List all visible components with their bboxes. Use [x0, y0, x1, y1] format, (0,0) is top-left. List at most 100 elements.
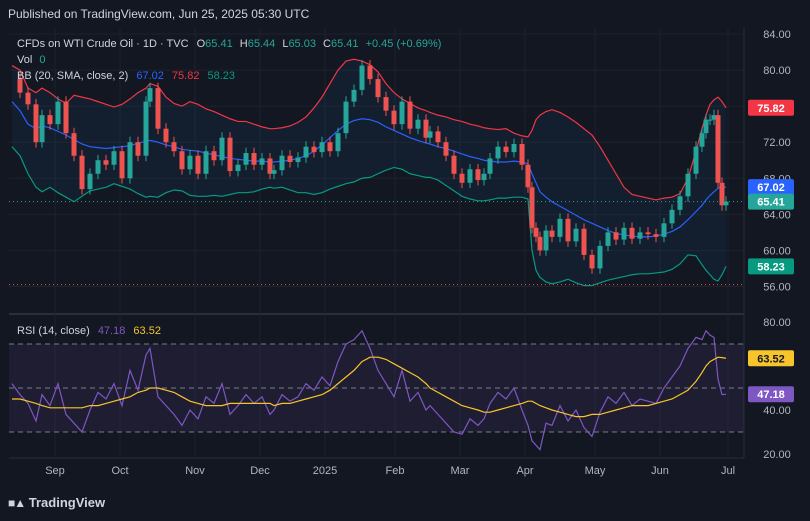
- time-tick-label: Mar: [451, 465, 470, 477]
- candle-body: [519, 144, 525, 165]
- candle-body: [715, 115, 721, 183]
- candle-body: [171, 142, 177, 152]
- rsi-tick-label: 20.00: [763, 449, 791, 461]
- candle-body: [367, 65, 373, 80]
- candle-body: [187, 155, 193, 170]
- candle-body: [343, 101, 349, 134]
- candle-body: [259, 158, 265, 165]
- rsi-ma-axis-label: 63.52: [757, 353, 785, 365]
- candle-body: [25, 92, 31, 105]
- candle-body: [407, 101, 413, 129]
- candle-body: [525, 164, 531, 188]
- candle-body: [537, 236, 543, 251]
- candle-body: [127, 142, 133, 179]
- candle-body: [613, 232, 619, 240]
- time-tick-label: Oct: [111, 465, 128, 477]
- candle-body: [311, 146, 317, 153]
- candle-body: [565, 218, 571, 242]
- rsi-indicator: [9, 329, 744, 451]
- candle-body: [211, 151, 217, 161]
- close-value: 65.41: [331, 38, 359, 50]
- chart-svg[interactable]: 84.0080.0076.0072.0068.0064.0060.0056.00…: [0, 0, 810, 488]
- tradingview-logo[interactable]: ■▲ TradingView: [8, 495, 105, 510]
- candle-body: [87, 173, 93, 190]
- candle-body: [481, 173, 487, 181]
- high-value: 65.44: [248, 38, 276, 50]
- legend-bb[interactable]: BB (20, SMA, close, 2) 67.02 75.82 58.23: [17, 70, 235, 82]
- candle-body: [47, 115, 53, 125]
- candle-body: [451, 155, 457, 174]
- rsi-tick-label: 80.00: [763, 317, 791, 329]
- candle-body: [475, 169, 481, 181]
- candle-body: [359, 65, 365, 90]
- close-price-label: 65.41: [757, 197, 785, 209]
- low-value: 65.03: [288, 38, 316, 50]
- candle-body: [71, 133, 77, 156]
- candle-body: [279, 155, 285, 171]
- rsi-label[interactable]: RSI (14, close): [17, 325, 90, 337]
- bb-upper-value: 75.82: [172, 70, 200, 82]
- candle-body: [163, 128, 169, 143]
- volume-label[interactable]: Vol: [17, 54, 32, 66]
- time-tick-label: Dec: [250, 465, 270, 477]
- volume-value: 0: [39, 54, 45, 66]
- lower-band-price-label: 58.23: [757, 261, 785, 273]
- time-tick-label: Sep: [45, 465, 65, 477]
- candle-body: [573, 228, 579, 242]
- legend-volume[interactable]: Vol 0: [17, 54, 45, 66]
- candle-body: [693, 146, 699, 174]
- price-tick-label: 56.00: [763, 281, 791, 293]
- time-tick-label: Nov: [185, 465, 205, 477]
- candle-body: [677, 196, 683, 210]
- candle-body: [351, 89, 357, 102]
- candle-body: [443, 142, 449, 156]
- candle-body: [271, 170, 277, 174]
- candle-body: [597, 245, 603, 269]
- footer: ■▲ TradingView: [0, 488, 810, 521]
- time-tick-label: May: [585, 465, 606, 477]
- symbol-name[interactable]: CFDs on WTI Crude Oil · 1D · TVC: [17, 38, 189, 50]
- legend-symbol[interactable]: CFDs on WTI Crude Oil · 1D · TVC O65.41 …: [17, 38, 441, 50]
- basis-price-label: 67.02: [757, 182, 785, 194]
- rsi-tick-label: 40.00: [763, 405, 791, 417]
- candle-body: [581, 228, 587, 255]
- candle-body: [487, 158, 493, 174]
- candle-body: [459, 173, 465, 183]
- close-label: C: [323, 38, 331, 50]
- candle-body: [179, 151, 185, 170]
- change-value: +0.45 (+0.69%): [366, 38, 442, 50]
- candle-body: [435, 131, 441, 143]
- candle-body: [467, 169, 473, 183]
- legend-rsi[interactable]: RSI (14, close) 47.18 63.52: [17, 325, 161, 337]
- candle-body: [63, 101, 69, 134]
- candle-body: [195, 155, 201, 174]
- candle-body: [533, 227, 539, 237]
- time-tick-label: 2025: [313, 465, 337, 477]
- candle-body: [219, 137, 225, 161]
- candle-body: [637, 232, 643, 239]
- price-tick-label: 72.00: [763, 137, 791, 149]
- bb-label[interactable]: BB (20, SMA, close, 2): [17, 70, 128, 82]
- candle-body: [95, 160, 101, 174]
- candle-body: [645, 232, 651, 235]
- candle-body: [511, 144, 517, 153]
- candle-body: [375, 79, 381, 98]
- candle-body: [235, 164, 241, 172]
- candle-body: [723, 201, 729, 206]
- candle-body: [251, 153, 257, 165]
- candle-body: [335, 133, 341, 152]
- candle-body: [495, 146, 501, 159]
- candle-body: [143, 101, 149, 156]
- candle-body: [543, 230, 549, 251]
- candle-body: [589, 254, 595, 269]
- candle-body: [391, 110, 397, 125]
- candle-body: [399, 101, 405, 125]
- tv-logo-icon: ■▲: [8, 496, 26, 510]
- candle-body: [685, 173, 691, 197]
- high-label: H: [240, 38, 248, 50]
- brand-name: TradingView: [28, 495, 106, 510]
- candle-body: [295, 157, 301, 163]
- candle-body: [605, 232, 611, 246]
- candle-body: [383, 97, 389, 111]
- candle-body: [147, 88, 153, 102]
